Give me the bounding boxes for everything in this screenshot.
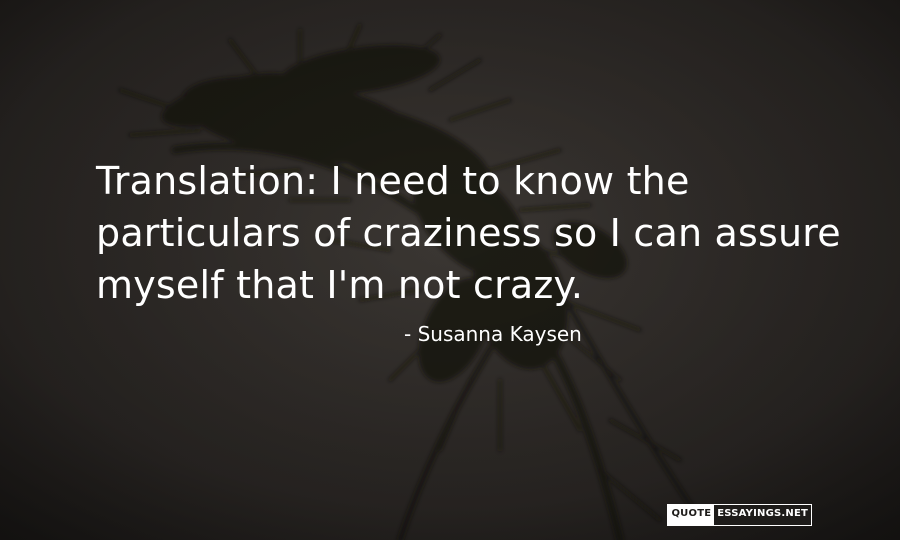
watermark-part-a: QUOTE bbox=[668, 505, 715, 525]
watermark-part-b: ESSAYINGS.NET bbox=[714, 505, 811, 525]
quote-author: - Susanna Kaysen bbox=[404, 322, 582, 346]
quote-text: Translation: I need to know the particul… bbox=[96, 155, 856, 311]
quote-image: Translation: I need to know the particul… bbox=[0, 0, 900, 540]
quote-line-2: particulars of craziness so I can assure bbox=[96, 211, 841, 255]
quote-line-3: myself that I'm not crazy. bbox=[96, 263, 584, 307]
site-watermark-logo: QUOTE ESSAYINGS.NET bbox=[667, 504, 812, 526]
quote-line-1: Translation: I need to know the bbox=[96, 159, 690, 203]
